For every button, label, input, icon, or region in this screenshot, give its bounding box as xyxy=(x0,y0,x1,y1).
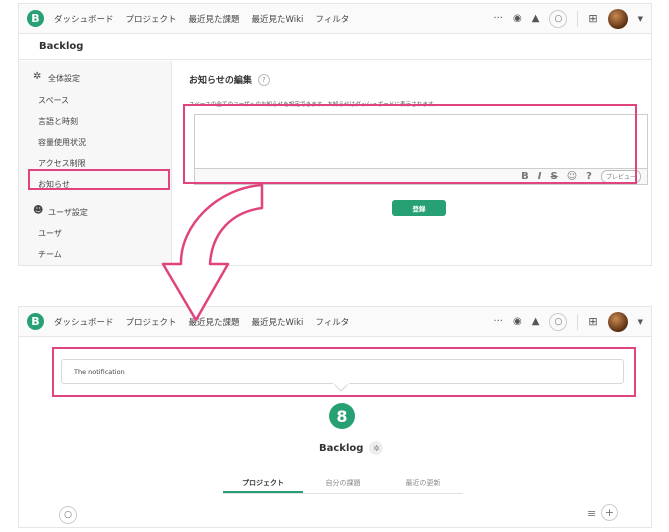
arrow-annotation xyxy=(161,183,264,322)
